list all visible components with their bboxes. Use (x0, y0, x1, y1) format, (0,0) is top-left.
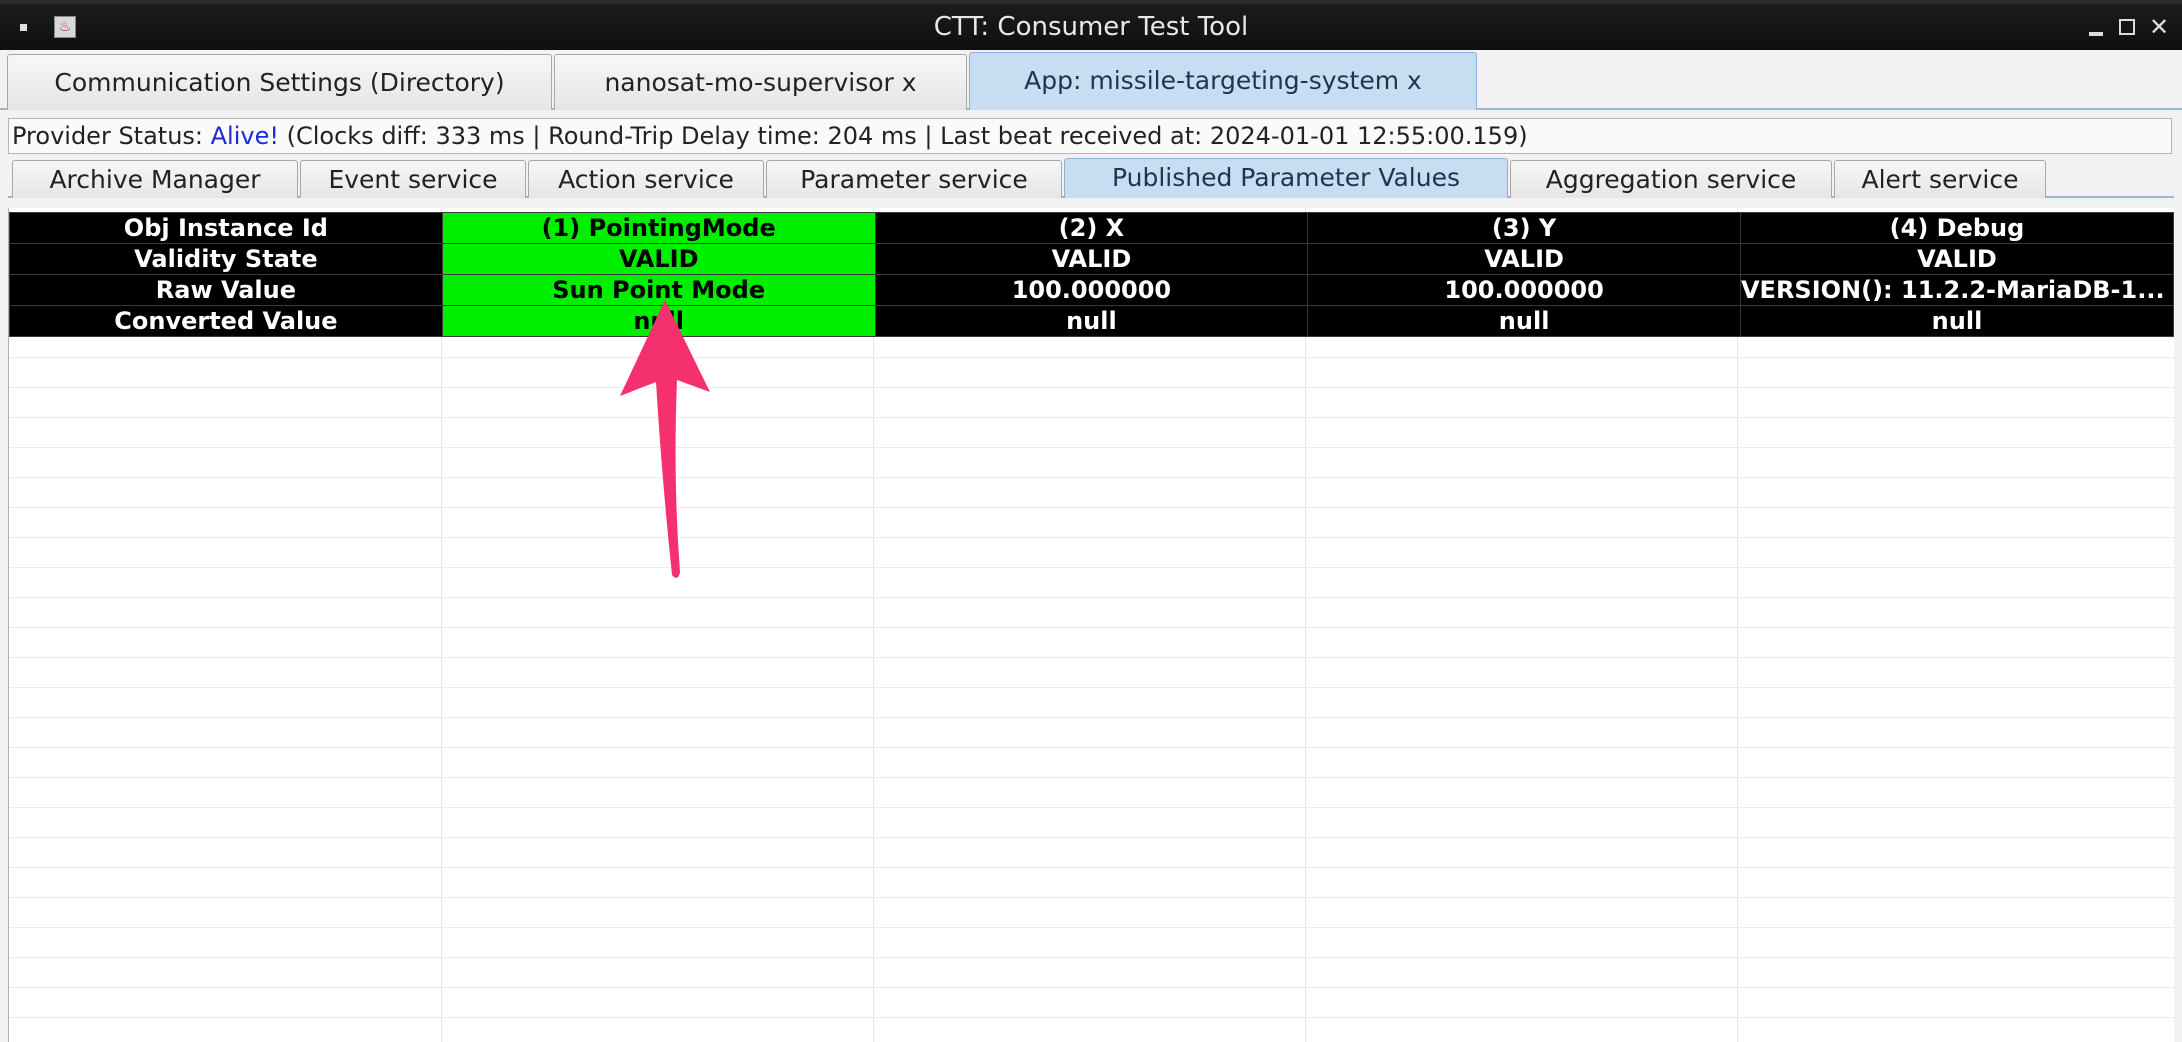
table-cell[interactable]: (1) PointingMode (441, 212, 876, 244)
status-alive: Alive! (210, 122, 279, 150)
parameter-values-table-area[interactable]: Obj Instance Id (1) PointingMode (2) X (… (8, 208, 2174, 1042)
table-cell[interactable]: null (874, 305, 1309, 337)
window-title: CTT: Consumer Test Tool (933, 12, 1249, 42)
minimize-icon[interactable] (2083, 12, 2109, 42)
table-cell[interactable]: 100.000000 (874, 274, 1309, 306)
table-cell[interactable]: VALID (874, 243, 1309, 275)
status-details: (Clocks diff: 333 ms | Round-Trip Delay … (278, 122, 1528, 150)
table-cell[interactable]: null (1739, 305, 2174, 337)
tab-nanosat-mo-supervisor[interactable]: nanosat-mo-supervisor x (554, 54, 967, 110)
tab-event-service[interactable]: Event service (300, 160, 526, 198)
tab-alert-service[interactable]: Alert service (1834, 160, 2046, 198)
tab-published-parameter-values[interactable]: Published Parameter Values (1064, 158, 1508, 198)
table-cell[interactable]: VALID (1739, 243, 2174, 275)
row-label-raw-value[interactable]: Raw Value (9, 274, 443, 306)
provider-status-bar: Provider Status: Alive! (Clocks diff: 33… (8, 118, 2172, 154)
annotation-arrow-shape (620, 300, 710, 578)
row-label-validity-state[interactable]: Validity State (9, 243, 443, 275)
table-cell[interactable]: VALID (1307, 243, 1741, 275)
table-cell[interactable]: (4) Debug (1739, 212, 2174, 244)
table-cell[interactable]: VALID (441, 243, 876, 275)
tab-missile-targeting-system[interactable]: App: missile-targeting-system x (969, 52, 1477, 110)
table-cell[interactable]: (2) X (874, 212, 1309, 244)
table-cell[interactable]: (3) Y (1307, 212, 1741, 244)
status-prefix: Provider Status: (12, 122, 211, 150)
table-cell[interactable]: 100.000000 (1307, 274, 1741, 306)
table-row[interactable]: Converted Value null null null null (9, 305, 2174, 337)
table-row[interactable]: Raw Value Sun Point Mode 100.000000 100.… (9, 274, 2174, 306)
annotation-arrow-icon (620, 300, 710, 578)
table-cell[interactable]: null (1307, 305, 1741, 337)
service-tab-bar: Archive Manager Event service Action ser… (8, 158, 2174, 198)
tab-parameter-service[interactable]: Parameter service (766, 160, 1062, 198)
row-label-converted-value[interactable]: Converted Value (9, 305, 443, 337)
close-icon[interactable]: ✕ (2146, 12, 2172, 42)
table-row[interactable]: Validity State VALID VALID VALID VALID (9, 243, 2174, 275)
window-titlebar[interactable]: ♨ CTT: Consumer Test Tool ✕ (0, 4, 2182, 50)
table-row[interactable]: Obj Instance Id (1) PointingMode (2) X (… (9, 212, 2174, 244)
parameter-values-table: Obj Instance Id (1) PointingMode (2) X (… (9, 212, 2174, 337)
main-tab-bar: Communication Settings (Directory) nanos… (0, 52, 2182, 110)
tab-aggregation-service[interactable]: Aggregation service (1510, 160, 1832, 198)
tab-action-service[interactable]: Action service (528, 160, 764, 198)
row-label-obj-instance-id[interactable]: Obj Instance Id (9, 212, 443, 244)
tab-archive-manager[interactable]: Archive Manager (12, 160, 298, 198)
table-cell[interactable]: VERSION(): 11.2.2-MariaDB-1... (1739, 274, 2174, 306)
tab-communication-settings[interactable]: Communication Settings (Directory) (7, 54, 552, 110)
maximize-icon[interactable] (2114, 12, 2140, 42)
